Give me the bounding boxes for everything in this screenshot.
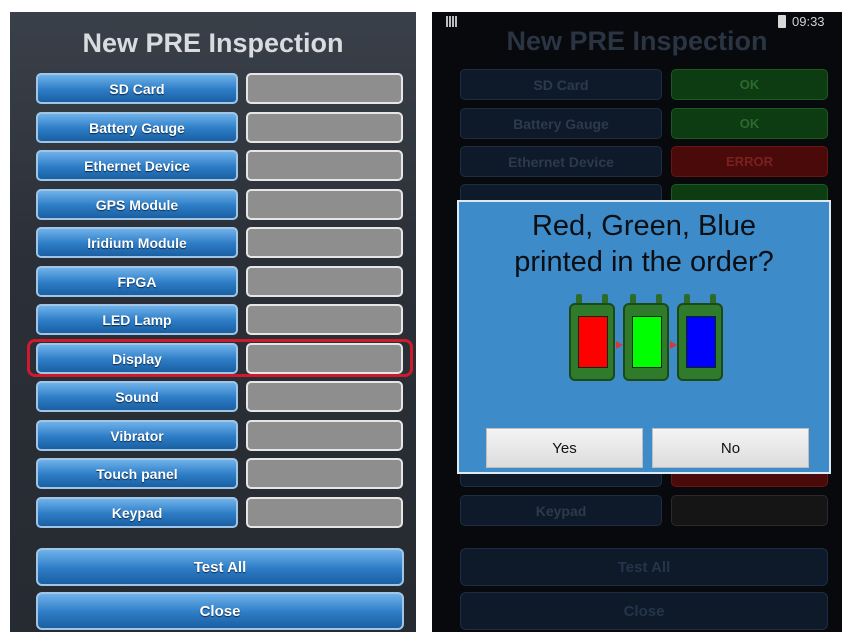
test-button-keypad[interactable]: Keypad bbox=[36, 497, 238, 528]
close-button[interactable]: Close bbox=[36, 592, 404, 630]
device-blue-screen-icon bbox=[677, 294, 723, 382]
device-screen-green bbox=[632, 316, 662, 368]
result-field-fpga bbox=[246, 266, 403, 297]
result-field-sd-card-dimmed: OK bbox=[671, 69, 828, 100]
inspection-screen-left: New PRE Inspection SD Card Battery Gauge… bbox=[10, 12, 416, 632]
arrow-icon bbox=[670, 341, 677, 349]
test-button-vibrator[interactable]: Vibrator bbox=[36, 420, 238, 451]
device-screen-blue bbox=[686, 316, 716, 368]
display-test-dialog: Red, Green, Blue printed in the order? Y… bbox=[457, 200, 831, 474]
result-field-battery-gauge-dimmed: OK bbox=[671, 108, 828, 139]
test-button-sound[interactable]: Sound bbox=[36, 381, 238, 412]
arrow-icon bbox=[616, 341, 623, 349]
dialog-question: Red, Green, Blue printed in the order? bbox=[514, 210, 774, 278]
device-red-screen-icon bbox=[569, 294, 615, 382]
result-field-ethernet-device-dimmed: ERROR bbox=[671, 146, 828, 177]
result-field-touch-panel bbox=[246, 458, 403, 489]
result-field-iridium-module bbox=[246, 227, 403, 258]
result-field-keypad bbox=[246, 497, 403, 528]
close-button-dimmed[interactable]: Close bbox=[460, 592, 828, 630]
test-button-led-lamp[interactable]: LED Lamp bbox=[36, 304, 238, 335]
result-field-battery-gauge bbox=[246, 112, 403, 143]
result-field-sd-card bbox=[246, 73, 403, 104]
result-field-led-lamp bbox=[246, 304, 403, 335]
page-title-dimmed: New PRE Inspection bbox=[506, 26, 768, 56]
test-button-ethernet-device-dimmed[interactable]: Ethernet Device bbox=[460, 146, 662, 177]
test-button-sd-card[interactable]: SD Card bbox=[36, 73, 238, 104]
test-button-battery-gauge-dimmed[interactable]: Battery Gauge bbox=[460, 108, 662, 139]
result-field-sound bbox=[246, 381, 403, 412]
page-title: New PRE Inspection bbox=[82, 28, 344, 58]
test-button-ethernet-device[interactable]: Ethernet Device bbox=[36, 150, 238, 181]
result-field-keypad-dimmed bbox=[671, 495, 828, 526]
test-button-gps-module[interactable]: GPS Module bbox=[36, 189, 238, 220]
test-button-iridium-module[interactable]: Iridium Module bbox=[36, 227, 238, 258]
test-button-touch-panel[interactable]: Touch panel bbox=[36, 458, 238, 489]
device-screen-red bbox=[578, 316, 608, 368]
test-all-button-dimmed[interactable]: Test All bbox=[460, 548, 828, 586]
yes-button[interactable]: Yes bbox=[486, 428, 643, 468]
test-button-keypad-dimmed[interactable]: Keypad bbox=[460, 495, 662, 526]
result-field-vibrator bbox=[246, 420, 403, 451]
display-highlight-outline bbox=[27, 339, 413, 377]
test-button-battery-gauge[interactable]: Battery Gauge bbox=[36, 112, 238, 143]
test-all-button[interactable]: Test All bbox=[36, 548, 404, 586]
test-button-fpga[interactable]: FPGA bbox=[36, 266, 238, 297]
result-field-ethernet-device bbox=[246, 150, 403, 181]
no-button[interactable]: No bbox=[652, 428, 809, 468]
result-field-gps-module bbox=[246, 189, 403, 220]
device-green-screen-icon bbox=[623, 294, 669, 382]
inspection-screen-right: 09:33 New PRE Inspection SD Card OK Batt… bbox=[432, 12, 842, 632]
test-button-sd-card-dimmed[interactable]: SD Card bbox=[460, 69, 662, 100]
